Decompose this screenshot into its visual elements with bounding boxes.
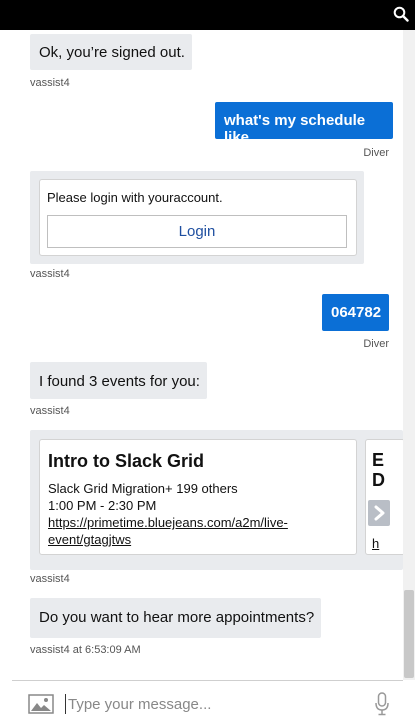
- carousel-next-button[interactable]: [368, 500, 390, 526]
- chevron-right-icon: [374, 505, 385, 521]
- event-time: 1:00 PM - 2:30 PM: [48, 498, 157, 513]
- event-link[interactable]: https://primetime.bluejeans.com/a2m/live…: [48, 514, 288, 548]
- event-carousel: Intro to Slack Grid Slack Grid Migration…: [30, 430, 403, 570]
- event-link-line1[interactable]: https://primetime.bluejeans.com/a2m/live…: [48, 515, 288, 530]
- message-sender: vassist4: [30, 77, 70, 89]
- message-sender: Diver: [363, 147, 389, 159]
- message-text: Ok, you’re signed out.: [39, 44, 185, 61]
- message-bubble-events-found: I found 3 events for you:: [30, 362, 207, 399]
- message-sender: Diver: [363, 338, 389, 350]
- message-input[interactable]: [68, 692, 368, 716]
- message-composer: [12, 680, 403, 726]
- message-sender-timestamp: vassist4 at 6:53:09 AM: [30, 644, 141, 656]
- login-prompt: Please login with youraccount.: [47, 190, 223, 205]
- login-card-bubble: Please login with youraccount. Login: [30, 171, 364, 264]
- next-event-card[interactable]: E D h: [365, 439, 403, 555]
- message-bubble-schedule-query: what's my schedule like: [215, 102, 393, 146]
- message-sender: vassist4: [30, 268, 70, 280]
- message-sender: vassist4: [30, 573, 70, 585]
- login-card: Please login with youraccount. Login: [39, 179, 357, 256]
- chat-transcript: Ok, you’re signed out. vassist4 what's m…: [12, 30, 403, 680]
- login-button[interactable]: Login: [47, 215, 347, 248]
- message-text: 064782: [331, 304, 382, 321]
- message-sender: vassist4: [30, 405, 70, 417]
- event-title: Intro to Slack Grid: [48, 451, 205, 471]
- next-card-link: h: [372, 536, 380, 551]
- top-bar: [0, 0, 415, 30]
- text-cursor: [65, 694, 66, 714]
- event-link-line2[interactable]: event/gtagjtws: [48, 532, 131, 547]
- message-text: what's my schedule like: [224, 112, 366, 146]
- message-bubble-code: 064782: [322, 294, 389, 331]
- scrollbar-thumb[interactable]: [404, 590, 414, 678]
- search-icon[interactable]: [393, 6, 409, 22]
- event-attendees: Slack Grid Migration+ 199 others: [48, 481, 238, 496]
- message-bubble-more-prompt: Do you want to hear more appointments?: [30, 598, 321, 638]
- event-card[interactable]: Intro to Slack Grid Slack Grid Migration…: [39, 439, 357, 555]
- message-text: I found 3 events for you:: [39, 373, 200, 390]
- message-text: Do you want to hear more appointments?: [39, 609, 315, 626]
- next-card-title-line2: D: [372, 470, 385, 490]
- microphone-icon[interactable]: [374, 692, 390, 716]
- image-upload-icon[interactable]: [28, 694, 54, 714]
- message-bubble-signed-out: Ok, you’re signed out.: [30, 34, 192, 70]
- next-card-title-line1: E: [372, 450, 385, 470]
- chat-scrollbar[interactable]: [403, 30, 415, 680]
